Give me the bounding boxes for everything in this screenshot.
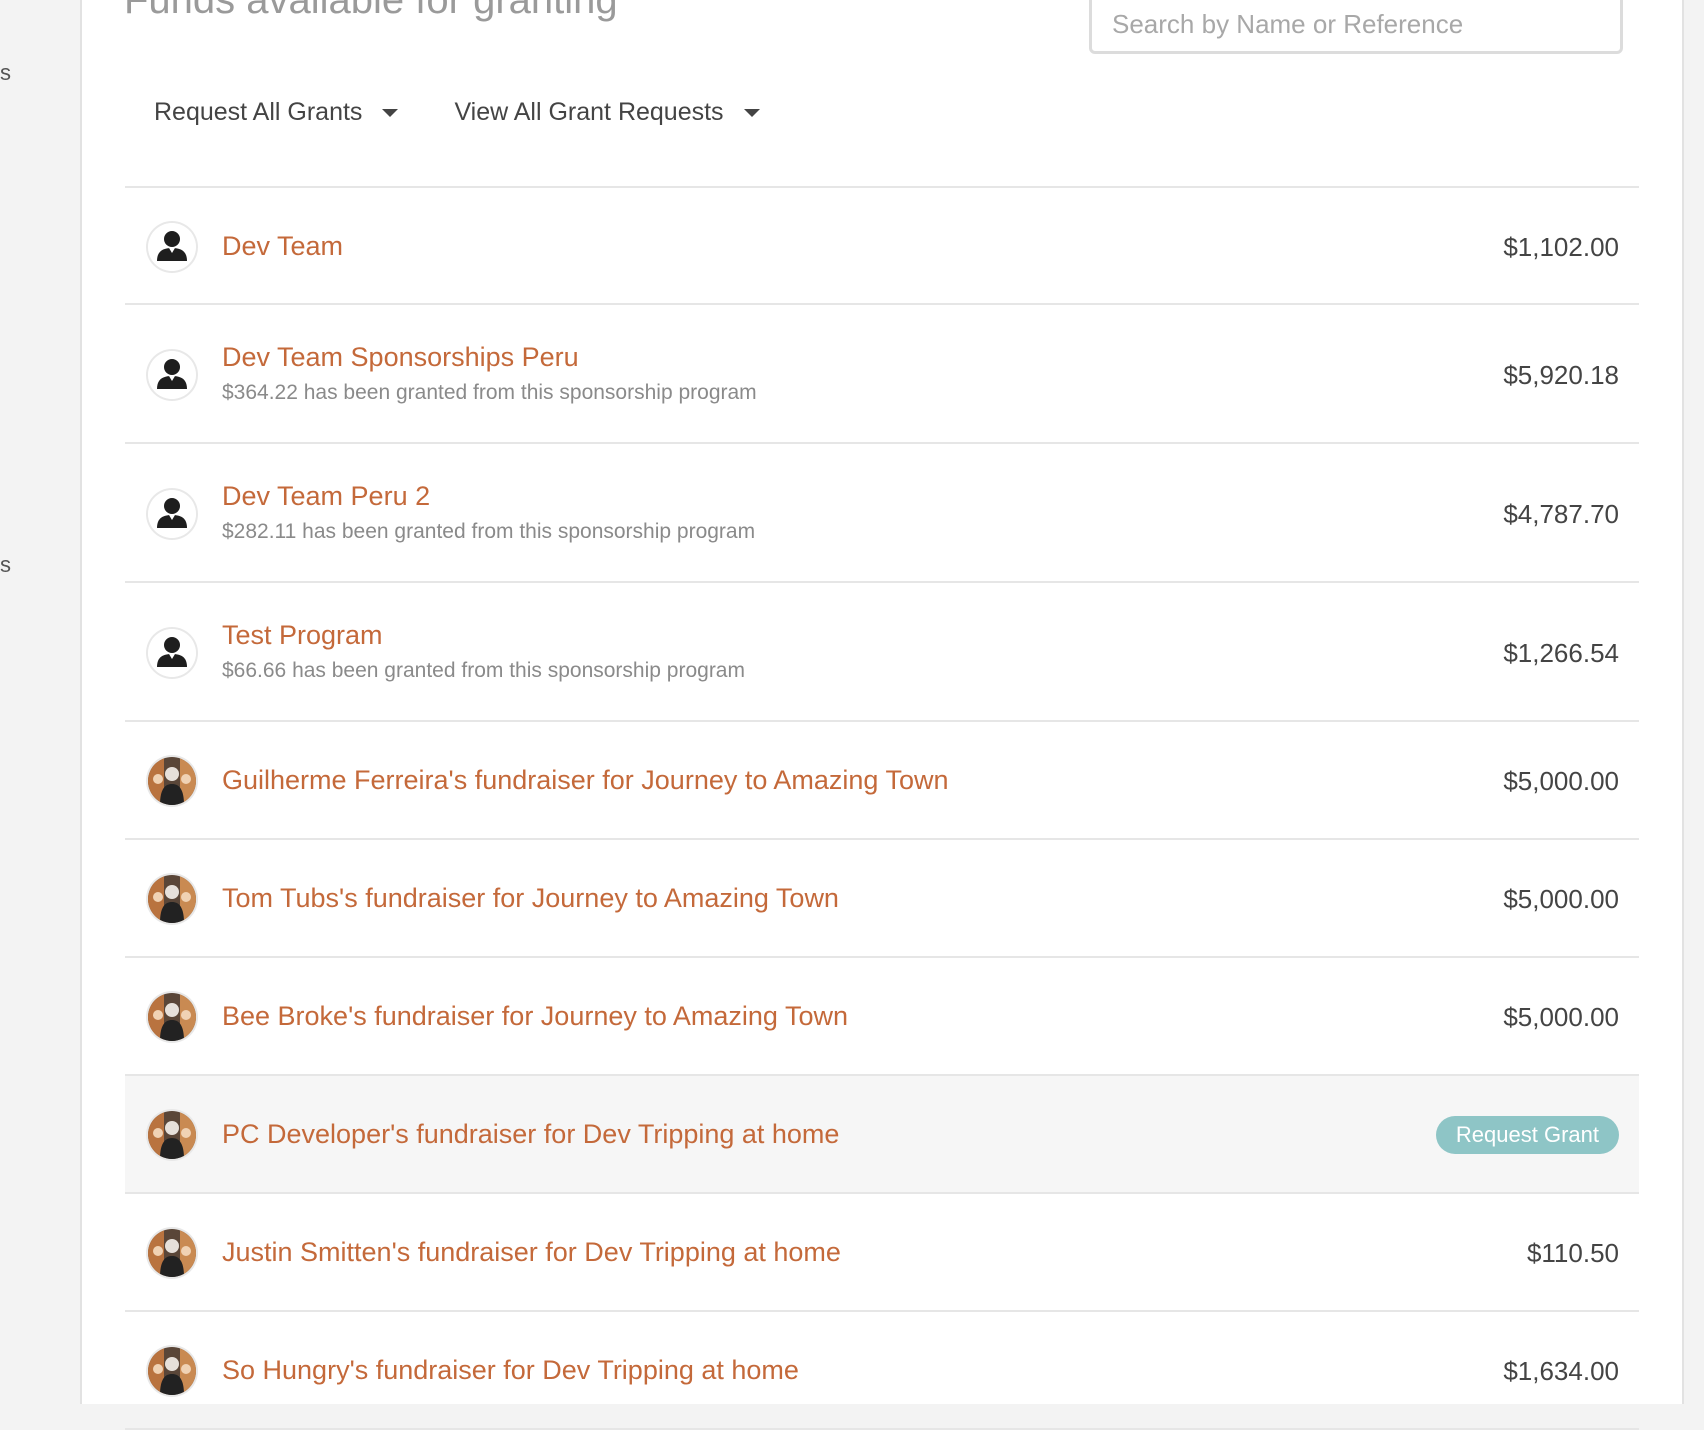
fund-row[interactable]: So Hungry's fundraiser for Dev Tripping … <box>125 1312 1639 1430</box>
fund-row[interactable]: Tom Tubs's fundraiser for Journey to Ama… <box>125 840 1639 958</box>
granted-note: $66.66 has been granted from this sponso… <box>222 659 745 682</box>
fund-amount: $5,000.00 <box>1503 766 1619 796</box>
fund-amount: $1,102.00 <box>1503 232 1619 262</box>
fund-list: Dev Team $1,102.00 Dev Team Sponsorships P… <box>125 186 1639 1430</box>
request-all-grants-dropdown[interactable]: Request All Grants <box>154 98 399 127</box>
fund-title-link[interactable]: Justin Smitten's fundraiser for Dev Trip… <box>222 1237 841 1268</box>
fundraiser-photo-avatar <box>148 1347 196 1395</box>
fund-row[interactable]: Bee Broke's fundraiser for Journey to Am… <box>125 958 1639 1076</box>
fund-title-link[interactable]: Bee Broke's fundraiser for Journey to Am… <box>222 1001 848 1032</box>
fund-title-link[interactable]: Test Program <box>222 620 745 651</box>
fundraiser-photo-avatar <box>148 875 196 923</box>
fund-row-text: Dev Team Sponsorships Peru $364.22 has be… <box>222 342 757 405</box>
fund-title-link[interactable]: So Hungry's fundraiser for Dev Tripping … <box>222 1355 799 1386</box>
fund-row-text: Test Program $66.66 has been granted from… <box>222 620 745 683</box>
caret-down-icon <box>382 108 399 117</box>
fund-title-link[interactable]: Dev Team Peru 2 <box>222 481 755 512</box>
fund-row[interactable]: PC Developer's fundraiser for Dev Trippi… <box>125 1076 1639 1194</box>
person-icon <box>148 629 196 677</box>
fund-row[interactable]: Guilherme Ferreira's fundraiser for Jour… <box>125 722 1639 840</box>
toolbar: Request All Grants View All Grant Reques… <box>154 98 760 127</box>
fund-row[interactable]: Dev Team Sponsorships Peru $364.22 has be… <box>125 305 1639 444</box>
fundraiser-photo-avatar <box>148 757 196 805</box>
fund-row-text: Dev Team Peru 2 $282.11 has been granted … <box>222 481 755 544</box>
fund-amount: $5,000.00 <box>1503 1002 1619 1032</box>
fundraiser-photo-avatar <box>148 993 196 1041</box>
fund-title-link[interactable]: Dev Team <box>222 231 343 262</box>
fund-amount: $1,266.54 <box>1503 638 1619 668</box>
request-grant-button[interactable]: Request Grant <box>1435 1116 1619 1154</box>
fund-amount: $5,920.18 <box>1503 360 1619 390</box>
granted-note: $282.11 has been granted from this spons… <box>222 520 756 543</box>
fund-amount: $5,000.00 <box>1503 884 1619 914</box>
fund-row-text: Guilherme Ferreira's fundraiser for Jour… <box>222 765 948 796</box>
funds-panel: Funds available for granting Request All… <box>80 0 1684 1430</box>
person-icon <box>148 490 196 538</box>
view-all-grant-requests-label: View All Grant Requests <box>454 98 724 126</box>
left-sidebar-edge: s s <box>0 0 80 1404</box>
fundraiser-photo-avatar <box>148 1111 196 1159</box>
request-all-grants-label: Request All Grants <box>154 98 363 126</box>
fund-row-text: Tom Tubs's fundraiser for Journey to Ama… <box>222 883 839 914</box>
person-icon <box>148 223 196 271</box>
fund-row-text: Bee Broke's fundraiser for Journey to Am… <box>222 1001 848 1032</box>
fund-row[interactable]: Test Program $66.66 has been granted from… <box>125 583 1639 722</box>
fund-row-text: So Hungry's fundraiser for Dev Tripping … <box>222 1355 799 1386</box>
fund-title-link[interactable]: Guilherme Ferreira's fundraiser for Jour… <box>222 765 948 796</box>
fund-row-text: Justin Smitten's fundraiser for Dev Trip… <box>222 1237 841 1268</box>
fund-amount: $1,634.00 <box>1503 1356 1619 1386</box>
search-input[interactable] <box>1089 0 1623 54</box>
caret-down-icon <box>743 108 760 117</box>
fund-title-link[interactable]: PC Developer's fundraiser for Dev Trippi… <box>222 1119 839 1150</box>
fund-row-text: PC Developer's fundraiser for Dev Trippi… <box>222 1119 839 1150</box>
fund-title-link[interactable]: Dev Team Sponsorships Peru <box>222 342 757 373</box>
view-all-grant-requests-dropdown[interactable]: View All Grant Requests <box>454 98 760 127</box>
page-title: Funds available for granting <box>124 0 618 22</box>
fund-title-link[interactable]: Tom Tubs's fundraiser for Journey to Ama… <box>222 883 839 914</box>
fund-row[interactable]: Dev Team Peru 2 $282.11 has been granted … <box>125 444 1639 583</box>
sidebar-text-fragment: s <box>0 60 11 85</box>
fund-row-text: Dev Team <box>222 231 343 262</box>
fund-amount: $110.50 <box>1526 1238 1619 1268</box>
fundraiser-photo-avatar <box>148 1229 196 1277</box>
sidebar-text-fragment: s <box>0 552 11 577</box>
fund-amount: $4,787.70 <box>1503 499 1619 529</box>
person-icon <box>148 351 196 399</box>
fund-row[interactable]: Justin Smitten's fundraiser for Dev Trip… <box>125 1194 1639 1312</box>
granted-note: $364.22 has been granted from this spons… <box>222 381 757 404</box>
fund-row[interactable]: Dev Team $1,102.00 <box>125 188 1639 305</box>
